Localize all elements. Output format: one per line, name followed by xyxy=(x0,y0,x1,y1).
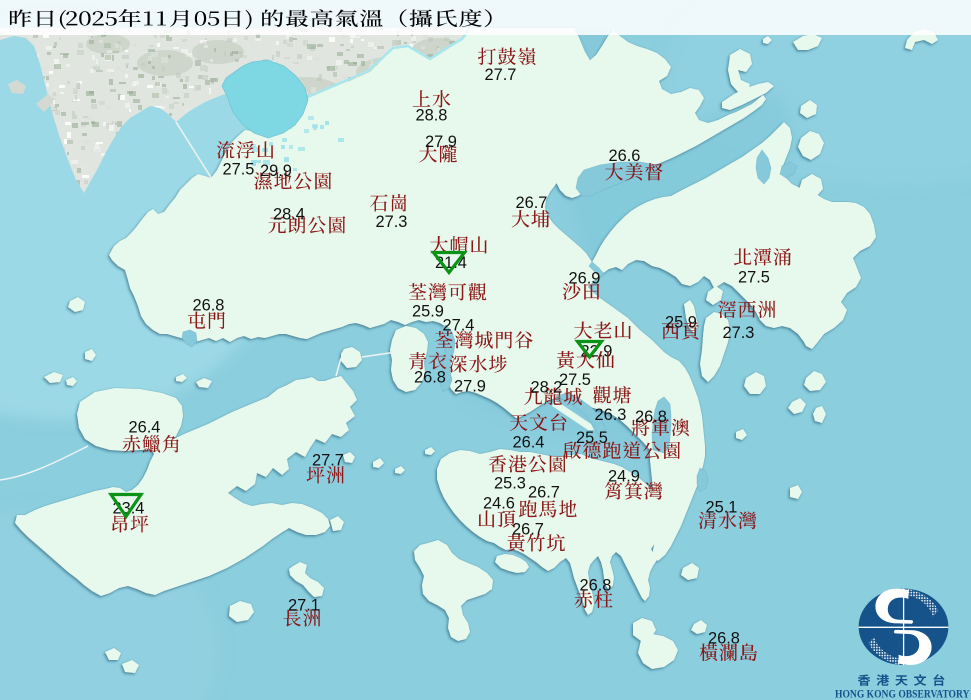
svg-text:25.9: 25.9 xyxy=(412,303,444,321)
svg-text:27.3: 27.3 xyxy=(723,324,755,342)
svg-text:26.8: 26.8 xyxy=(580,577,612,595)
svg-text:26.3: 26.3 xyxy=(595,406,627,424)
svg-text:25.3: 25.3 xyxy=(494,475,526,493)
svg-text:28.2: 28.2 xyxy=(531,379,563,397)
svg-text:28.4: 28.4 xyxy=(273,206,305,224)
svg-text:26.8: 26.8 xyxy=(193,297,225,315)
svg-text:26.7: 26.7 xyxy=(516,194,548,212)
svg-text:26.7: 26.7 xyxy=(528,484,560,502)
svg-text:26.8: 26.8 xyxy=(414,369,446,387)
svg-text:HONG KONG OBSERVATORY: HONG KONG OBSERVATORY xyxy=(835,687,970,700)
svg-text:27.7: 27.7 xyxy=(485,66,517,84)
svg-text:27.9: 27.9 xyxy=(454,378,486,396)
svg-text:26.8: 26.8 xyxy=(635,408,667,426)
svg-text:25.9: 25.9 xyxy=(665,314,697,332)
svg-text:27.5: 27.5 xyxy=(559,371,591,389)
svg-text:27.4: 27.4 xyxy=(443,317,475,335)
svg-text:25.1: 25.1 xyxy=(706,499,738,517)
svg-text:26.8: 26.8 xyxy=(708,630,740,648)
svg-text:28.8: 28.8 xyxy=(416,107,448,125)
svg-text:25.5: 25.5 xyxy=(576,429,608,447)
svg-text:27.9: 27.9 xyxy=(425,133,457,151)
svg-text:26.9: 26.9 xyxy=(569,270,601,288)
svg-text:26.4: 26.4 xyxy=(513,434,545,452)
svg-text:24.9: 24.9 xyxy=(608,468,640,486)
svg-text:27.7: 27.7 xyxy=(312,452,344,470)
svg-text:26.6: 26.6 xyxy=(609,147,641,165)
svg-text:27.3: 27.3 xyxy=(376,213,408,231)
svg-text:27.1: 27.1 xyxy=(288,597,320,615)
svg-text:26.7: 26.7 xyxy=(512,521,544,539)
svg-text:24.6: 24.6 xyxy=(483,495,515,513)
svg-text:27.5: 27.5 xyxy=(223,161,255,179)
svg-text:27.5: 27.5 xyxy=(738,269,770,287)
svg-text:29.9: 29.9 xyxy=(260,162,292,180)
svg-text:26.4: 26.4 xyxy=(129,419,161,437)
